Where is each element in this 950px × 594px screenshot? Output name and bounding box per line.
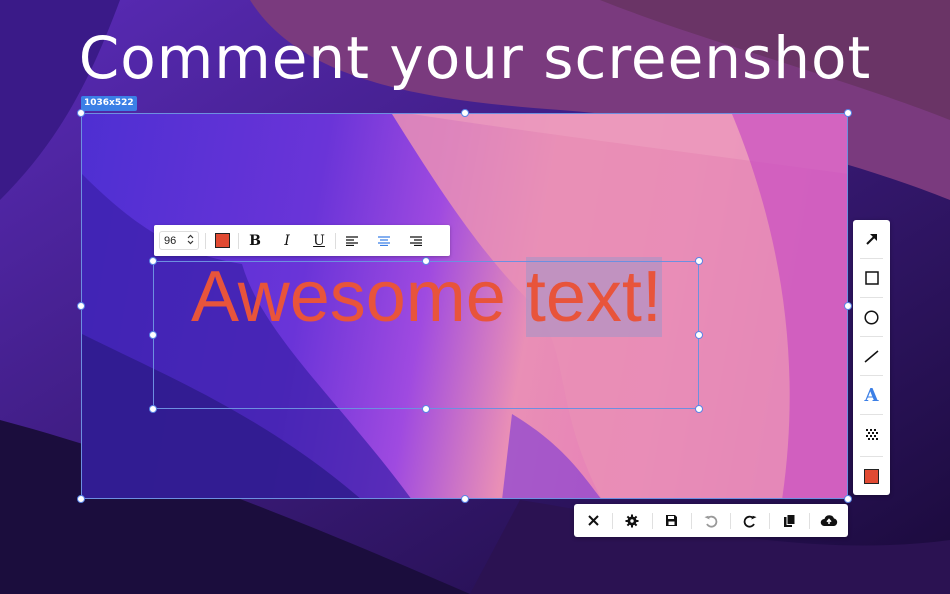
align-right-icon [410,235,422,246]
close-icon [587,515,599,526]
color-picker-tool[interactable] [853,457,890,495]
resize-handle-bottom[interactable] [461,495,469,503]
text-handle-bottom[interactable] [422,405,430,413]
bold-button[interactable]: B [239,225,271,256]
ellipse-icon [864,309,879,325]
redo-button[interactable] [731,504,769,537]
underline-button[interactable]: U [303,225,335,256]
settings-button[interactable] [613,504,651,537]
copy-icon [784,513,796,527]
text-annotation-frame[interactable] [153,261,699,409]
pixelate-tool[interactable] [853,416,890,454]
divider [860,414,883,415]
action-bar [574,504,848,537]
text-handle-top[interactable] [422,257,430,265]
upload-button[interactable] [810,504,848,537]
text-handle-right[interactable] [695,331,703,339]
close-button[interactable] [574,504,612,537]
rectangle-icon [864,271,879,285]
line-tool[interactable] [853,337,890,375]
text-handle-left[interactable] [149,331,157,339]
align-left-button[interactable] [336,225,368,256]
align-left-icon [346,235,358,246]
align-center-icon [378,235,390,246]
text-color-button[interactable] [206,225,238,256]
arrow-icon [865,234,877,245]
stepper-arrows-icon[interactable] [187,234,194,248]
arrow-tool[interactable] [853,220,890,258]
settings-icon [625,514,639,527]
resize-handle-top-right[interactable] [844,109,852,117]
text-handle-top-right[interactable] [695,257,703,265]
selection-size-badge: 1036x522 [81,96,137,111]
font-size-stepper[interactable]: 96 [159,231,199,250]
text-icon: A [864,384,879,406]
undo-button[interactable] [692,504,730,537]
resize-handle-top[interactable] [461,109,469,117]
text-handle-bottom-right[interactable] [695,405,703,413]
color-swatch [864,468,879,484]
copy-button[interactable] [770,504,808,537]
resize-handle-top-left[interactable] [77,109,85,117]
undo-icon [704,515,718,528]
redo-icon [744,515,757,528]
text-color-swatch [214,233,230,248]
resize-handle-bottom-left[interactable] [77,495,85,503]
text-format-toolbar: 96 B I U [154,225,450,256]
pixelate-icon [865,429,878,440]
align-right-button[interactable] [400,225,432,256]
italic-button[interactable]: I [271,225,303,256]
line-icon [864,349,879,363]
text-tool[interactable]: A [853,376,890,414]
rectangle-tool[interactable] [853,259,890,297]
text-handle-top-left[interactable] [149,257,157,265]
resize-handle-bottom-right[interactable] [844,495,852,503]
align-center-button[interactable] [368,225,400,256]
save-button[interactable] [653,504,691,537]
resize-handle-right[interactable] [844,302,852,310]
save-icon [666,515,678,526]
ellipse-tool[interactable] [853,298,890,336]
text-handle-bottom-left[interactable] [149,405,157,413]
headline-title: Comment your screenshot [78,24,872,92]
resize-handle-left[interactable] [77,302,85,310]
font-size-value: 96 [164,234,177,247]
upload-cloud-icon [820,515,838,526]
tool-palette: A [853,220,890,495]
